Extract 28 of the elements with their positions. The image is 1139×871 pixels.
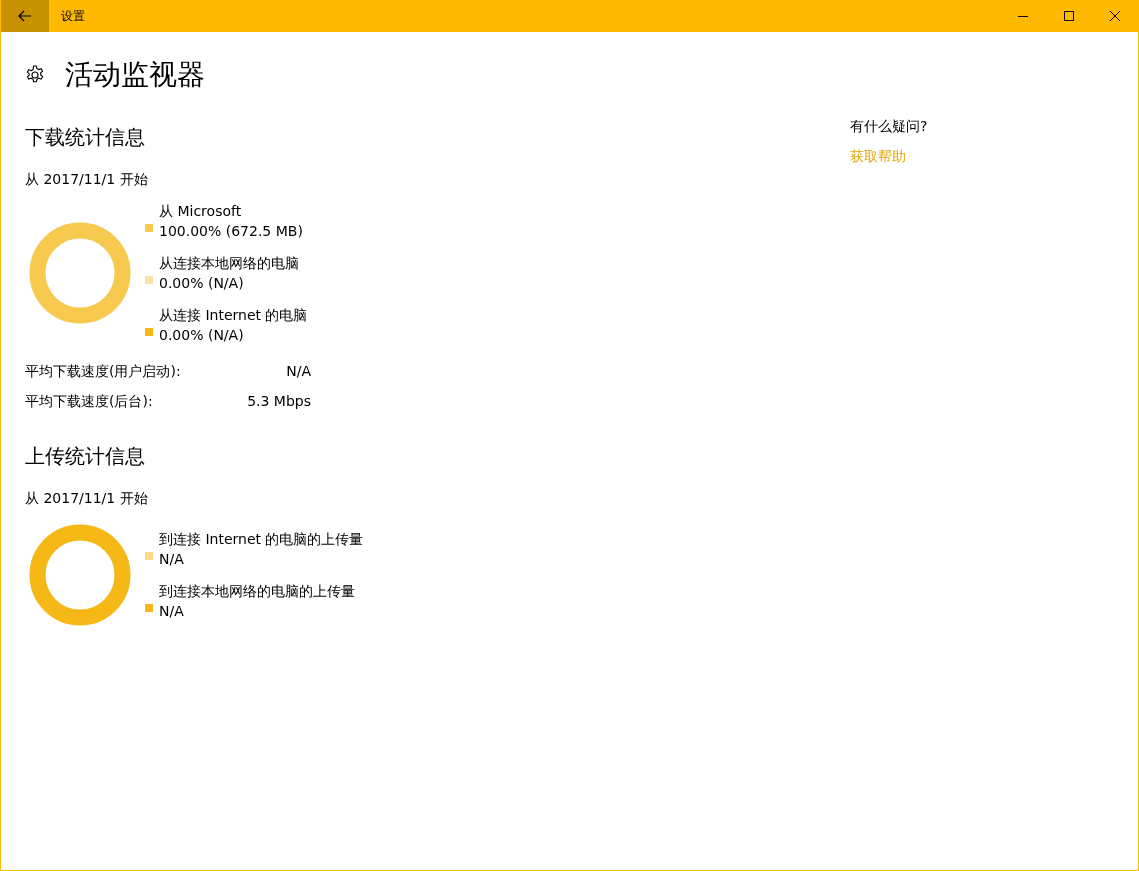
minimize-icon bbox=[1018, 15, 1028, 17]
back-arrow-icon bbox=[18, 10, 32, 22]
legend-value: N/A bbox=[159, 602, 185, 621]
since-date-text: 从 2017/11/1 开始 bbox=[25, 171, 149, 189]
legend-label: 从 Microsoft bbox=[159, 202, 243, 221]
legend-label: 从连接本地网络的电脑 bbox=[159, 254, 299, 273]
legend-label: 到连接 Internet 的电脑的上传量 bbox=[159, 530, 364, 549]
legend-label: 从连接 Internet 的电脑 bbox=[159, 306, 308, 325]
legend-label: 到连接本地网络的电脑的上传量 bbox=[159, 582, 355, 601]
section-heading: 上传统计信息 bbox=[25, 443, 146, 470]
get-help-link[interactable]: 获取帮助 bbox=[850, 148, 906, 166]
stat-label: 平均下载速度(用户启动): bbox=[25, 363, 181, 381]
help-question: 有什么疑问? bbox=[850, 118, 928, 136]
legend-value: 0.00% (N/A) bbox=[159, 326, 245, 345]
since-date-text: 从 2017/11/1 开始 bbox=[25, 490, 149, 508]
section-heading: 下载统计信息 bbox=[25, 124, 146, 151]
stat-value: N/A bbox=[286, 363, 311, 381]
window-title: 设置 bbox=[61, 7, 86, 25]
stat-label: 平均下载速度(后台): bbox=[25, 393, 153, 411]
maximize-icon bbox=[1064, 11, 1074, 21]
legend-value: 100.00% (672.5 MB) bbox=[159, 222, 303, 241]
page-title: 活动监视器 bbox=[65, 57, 205, 93]
stat-value: 5.3 Mbps bbox=[247, 393, 311, 411]
settings-icon bbox=[25, 65, 45, 85]
close-icon bbox=[1110, 11, 1120, 21]
legend-value: 0.00% (N/A) bbox=[159, 274, 245, 293]
back-button[interactable] bbox=[1, 0, 49, 32]
legend-value: N/A bbox=[159, 550, 185, 569]
